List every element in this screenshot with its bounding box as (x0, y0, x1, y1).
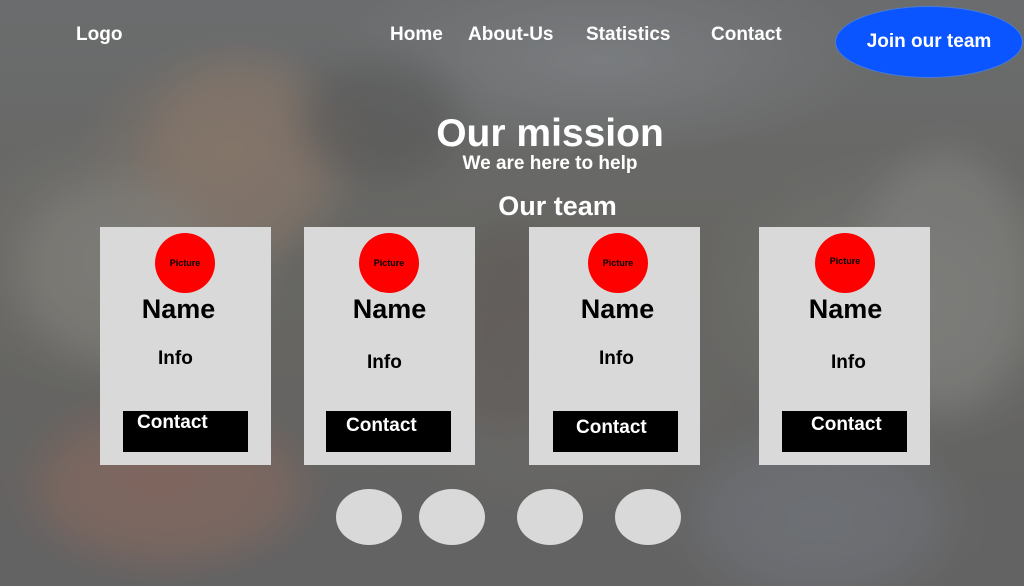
nav-link-contact[interactable]: Contact (711, 24, 782, 46)
member-info: Info (158, 348, 193, 369)
team-title: Our team (498, 191, 617, 221)
team-member-card: Picture Name Info Contact (529, 227, 700, 465)
member-contact-button[interactable]: Contact (782, 411, 907, 452)
carousel-dot-3[interactable] (517, 489, 583, 545)
member-info: Info (599, 348, 634, 369)
member-picture: Picture (359, 233, 419, 293)
member-picture: Picture (588, 233, 648, 293)
nav-link-about-us[interactable]: About-Us (468, 24, 553, 46)
contact-button-label: Contact (576, 417, 647, 438)
contact-button-label: Contact (811, 414, 882, 435)
member-name: Name (352, 294, 427, 324)
carousel-dot-4[interactable] (615, 489, 681, 545)
member-picture: Picture (155, 233, 215, 293)
member-name: Name (808, 294, 883, 324)
nav-link-home[interactable]: Home (390, 24, 443, 46)
join-our-team-button[interactable]: Join our team (835, 6, 1023, 78)
carousel-dot-2[interactable] (419, 489, 485, 545)
member-info: Info (367, 352, 402, 373)
member-contact-button[interactable]: Contact (123, 411, 248, 452)
logo[interactable]: Logo (76, 24, 122, 46)
mission-title: Our mission (436, 112, 664, 155)
mission-subtitle: We are here to help (462, 153, 638, 174)
member-picture: Picture (815, 233, 875, 293)
member-info: Info (831, 352, 866, 373)
nav-link-statistics[interactable]: Statistics (586, 24, 670, 46)
member-name: Name (580, 294, 655, 324)
team-member-card: Picture Name Info Contact (759, 227, 930, 465)
member-contact-button[interactable]: Contact (553, 411, 678, 452)
contact-button-label: Contact (137, 412, 208, 433)
team-member-card: Picture Name Info Contact (304, 227, 475, 465)
member-name: Name (141, 294, 216, 324)
team-member-card: Picture Name Info Contact (100, 227, 271, 465)
member-contact-button[interactable]: Contact (326, 411, 451, 452)
carousel-dot-1[interactable] (336, 489, 402, 545)
contact-button-label: Contact (346, 415, 417, 436)
